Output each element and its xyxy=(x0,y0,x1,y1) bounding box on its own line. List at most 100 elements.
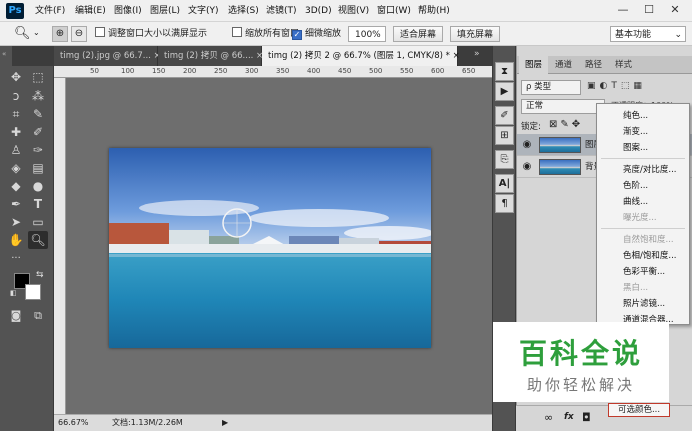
eye-icon[interactable]: ◉ xyxy=(521,139,533,150)
menu-edit[interactable]: 编辑(E) xyxy=(75,0,106,22)
scrubby-zoom-checkbox[interactable]: ✓ xyxy=(292,30,302,40)
tab-overflow-icon[interactable]: » xyxy=(474,49,480,59)
lasso-tool-icon[interactable]: ↄ xyxy=(6,87,26,105)
ruler-tick-label: 300 xyxy=(245,67,259,75)
dodge-tool-icon[interactable]: ● xyxy=(28,177,48,195)
chevron-down-icon[interactable]: ⌄ xyxy=(33,28,40,37)
brush-tool-icon[interactable]: ✐ xyxy=(28,123,48,141)
clone-source-icon[interactable]: ⎘ xyxy=(495,150,514,169)
menu-layer[interactable]: 图层(L) xyxy=(150,0,180,22)
menu-item[interactable]: 渐变... xyxy=(597,124,689,140)
mask-icon[interactable]: ◘ xyxy=(582,411,591,424)
scrubby-zoom-option[interactable]: ✓ 细微缩放 xyxy=(292,26,341,42)
horizontal-ruler[interactable]: 50 100 150 200 250 300 350 400 450 500 550 600 650 xyxy=(54,66,492,78)
document-tab-bar: timg (2).jpg @ 66.7... × timg (2) 拷贝 @ 6… xyxy=(12,46,492,66)
clone-stamp-tool-icon[interactable]: ♙ xyxy=(6,141,26,159)
menu-item[interactable]: 色阶... xyxy=(597,178,689,194)
vertical-ruler[interactable] xyxy=(54,78,66,414)
menu-window[interactable]: 窗口(W) xyxy=(377,0,411,22)
zoom-tool-icon[interactable]: 🔍︎ xyxy=(28,231,48,249)
more-tools-icon[interactable]: ··· xyxy=(6,250,26,268)
gradient-tool-icon[interactable]: ▤ xyxy=(28,159,48,177)
zoom-level-field[interactable]: 66.67% xyxy=(58,415,89,431)
menu-item: 曝光度... xyxy=(623,213,657,223)
history-brush-tool-icon[interactable]: ✑ xyxy=(28,141,48,159)
close-icon[interactable]: × xyxy=(453,51,460,61)
document-image[interactable] xyxy=(109,148,431,348)
menu-filter[interactable]: 滤镜(T) xyxy=(266,0,297,22)
quick-mask-icon[interactable]: ◙ xyxy=(6,307,26,325)
brush-panel-icon[interactable]: ✐ xyxy=(495,106,514,125)
crop-tool-icon[interactable]: ⌗ xyxy=(6,105,26,123)
fill-screen-button[interactable]: 填充屏幕 xyxy=(450,26,500,42)
default-colors-icon[interactable]: ◧ xyxy=(10,289,17,297)
zoom-out-icon[interactable]: ⊖ xyxy=(71,26,87,42)
menu-help[interactable]: 帮助(H) xyxy=(418,0,450,22)
zoom-tool-icon[interactable]: 🔍︎ xyxy=(14,26,31,42)
eraser-tool-icon[interactable]: ◈ xyxy=(6,159,26,177)
menu-item[interactable]: 色彩平衡... xyxy=(597,264,689,280)
panel-tab-bar: 图层 通道 路径 样式 xyxy=(517,56,692,74)
shape-tool-icon[interactable]: ▭ xyxy=(28,213,48,231)
type-tool-icon[interactable]: T xyxy=(28,195,48,213)
menu-item[interactable]: 曲线... xyxy=(597,194,689,210)
menu-item[interactable]: 亮度/对比度... xyxy=(597,162,689,178)
paragraph-panel-icon[interactable]: ¶ xyxy=(495,194,514,213)
eye-icon[interactable]: ◉ xyxy=(521,161,533,172)
menu-image[interactable]: 图像(I) xyxy=(114,0,142,22)
tab-layers[interactable]: 图层 xyxy=(519,56,549,74)
blur-tool-icon[interactable]: ◆ xyxy=(6,177,26,195)
document-tab[interactable]: timg (2).jpg @ 66.7... × xyxy=(54,46,161,66)
zoom-in-icon[interactable]: ⊕ xyxy=(52,26,68,42)
menu-item[interactable]: 色相/饱和度... xyxy=(597,248,689,264)
actions-panel-icon[interactable]: ▶ xyxy=(495,82,514,101)
fit-screen-button[interactable]: 适合屏幕 xyxy=(393,26,443,42)
link-icon[interactable]: ∞ xyxy=(544,411,553,424)
zoom-all-windows-checkbox[interactable] xyxy=(232,27,242,37)
tab-channels[interactable]: 通道 xyxy=(549,56,578,74)
menu-view[interactable]: 视图(V) xyxy=(338,0,369,22)
move-tool-icon[interactable]: ✥ xyxy=(6,68,26,86)
zoom-all-windows-option[interactable]: 缩放所有窗口 xyxy=(232,26,299,42)
lock-icons[interactable]: ⊠✎✥ xyxy=(549,119,583,130)
magic-wand-tool-icon[interactable]: ⁂ xyxy=(28,87,48,105)
pen-tool-icon[interactable]: ✒ xyxy=(6,195,26,213)
minimize-icon[interactable]: — xyxy=(610,0,636,20)
swap-colors-icon[interactable]: ⇆ xyxy=(36,270,44,280)
layer-filter-icons[interactable]: ▣◐T⬚▦ xyxy=(587,81,691,94)
history-panel-icon[interactable]: ⧗ xyxy=(495,62,514,81)
selective-color-menu-item[interactable]: 可选颜色... xyxy=(608,403,670,417)
blend-mode-select[interactable]: 正常 xyxy=(521,99,605,114)
workspace-select[interactable]: 基本功能 ⌄ xyxy=(610,26,686,42)
close-icon[interactable]: ✕ xyxy=(662,0,688,20)
screen-mode-icon[interactable]: ⧉ xyxy=(28,307,48,325)
adjustment-layer-menu: 纯色... 渐变... 图案... 亮度/对比度... 色阶... 曲线... 曝光度...… xyxy=(596,103,690,325)
fx-icon[interactable]: fx xyxy=(564,412,574,422)
character-panel-icon[interactable]: A| xyxy=(495,174,514,193)
document-tab[interactable]: timg (2) 拷贝 @ 66.... × xyxy=(158,46,263,66)
menu-type[interactable]: 文字(Y) xyxy=(188,0,219,22)
tab-styles[interactable]: 样式 xyxy=(609,56,638,74)
eyedropper-tool-icon[interactable]: ✎ xyxy=(28,105,48,123)
background-color-swatch[interactable] xyxy=(25,284,41,300)
healing-brush-tool-icon[interactable]: ✚ xyxy=(6,123,26,141)
menu-item[interactable]: 图案... xyxy=(597,140,689,156)
menu-3d[interactable]: 3D(D) xyxy=(305,0,332,22)
document-tab-active[interactable]: timg (2) 拷贝 2 @ 66.7% (图层 1, CMYK/8) * × xyxy=(262,46,460,66)
brush-presets-icon[interactable]: ⊞ xyxy=(495,126,514,145)
menu-select[interactable]: 选择(S) xyxy=(228,0,259,22)
menu-item[interactable]: 照片滤镜... xyxy=(597,296,689,312)
status-menu-arrow-icon[interactable]: ▶ xyxy=(222,415,228,431)
maximize-icon[interactable]: ☐ xyxy=(636,0,662,20)
menu-item[interactable]: 纯色... xyxy=(597,108,689,124)
hand-tool-icon[interactable]: ✋ xyxy=(6,231,26,249)
menu-file[interactable]: 文件(F) xyxy=(35,0,65,22)
zoom-value-field[interactable]: 100% xyxy=(348,26,386,42)
resize-windows-option[interactable]: 调整窗口大小以满屏显示 xyxy=(95,26,207,42)
resize-windows-checkbox[interactable] xyxy=(95,27,105,37)
layer-filter-select[interactable]: ρ 类型 xyxy=(521,80,581,95)
tab-paths[interactable]: 路径 xyxy=(579,56,608,74)
marquee-tool-icon[interactable]: ⬚ xyxy=(28,68,48,86)
path-selection-tool-icon[interactable]: ➤ xyxy=(6,213,26,231)
canvas-area[interactable] xyxy=(66,78,492,414)
